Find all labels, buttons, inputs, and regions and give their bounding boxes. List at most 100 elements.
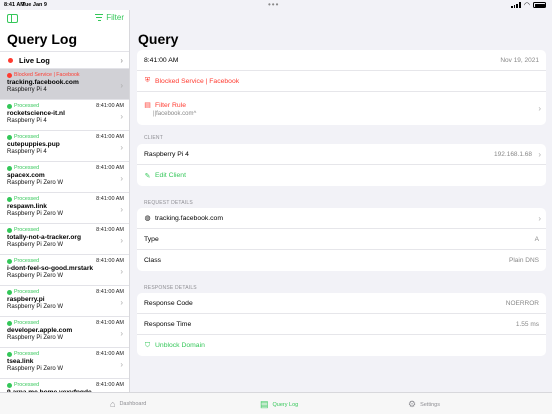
chevron-right-icon: › [120, 81, 123, 90]
filter-rule-icon: ▤ [144, 101, 151, 109]
client-section-header: CLIENT [144, 135, 163, 141]
check-icon [7, 196, 12, 202]
response-time-value: 1.55 ms [515, 320, 539, 328]
response-code-row: Response Code NOERROR [137, 293, 546, 314]
pencil-icon: ✎ [144, 172, 151, 180]
list-icon: ▤ [260, 399, 269, 409]
globe-icon: ◍ [144, 215, 151, 222]
row-client: Raspberry Pi Zero W [7, 273, 64, 279]
check-icon [7, 165, 12, 171]
tab-dashboard-label: Dashboard [119, 401, 147, 407]
unblock-domain-button[interactable]: ⛉ Unblock Domain [137, 335, 546, 356]
filter-rule-label: Filter Rule [155, 101, 186, 109]
chevron-right-icon: › [120, 112, 123, 121]
class-value: Plain DNS [509, 257, 539, 264]
row-status-label: Processed [14, 227, 40, 233]
row-time: 8:41:00 AM [96, 351, 124, 357]
tab-query-log[interactable]: ▤ Query Log [260, 399, 298, 410]
cellular-icon [510, 2, 521, 8]
row-domain: tsea.link [7, 358, 34, 365]
live-log-item[interactable]: Live Log › [0, 51, 129, 68]
client-ip: 192.168.1.68 [494, 150, 532, 158]
check-icon [7, 351, 12, 357]
list-item[interactable]: Processed tsea.link Raspberry Pi Zero W 8:4… [0, 347, 129, 378]
row-client: Raspberry Pi 4 [7, 118, 47, 124]
row-time: 8:41:00 AM [96, 103, 124, 109]
client-row[interactable]: Raspberry Pi 4 192.168.1.68 › [137, 144, 546, 165]
page-title: Query [138, 31, 179, 47]
edit-client-button[interactable]: ✎ Edit Client [137, 165, 546, 186]
row-client: Raspberry Pi Zero W [7, 366, 64, 372]
row-status-label: Processed [14, 165, 40, 171]
live-log-label: Live Log [19, 55, 50, 65]
multitask-dots[interactable]: ••• [268, 0, 279, 9]
request-domain: tracking.facebook.com [155, 214, 224, 222]
sidebar-toggle-icon[interactable] [7, 14, 18, 23]
response-code-value: NOERROR [505, 299, 539, 307]
list-item[interactable]: Blocked Service | Facebook tracking.faceb… [0, 68, 129, 99]
row-client: Raspberry Pi Zero W [7, 335, 64, 341]
check-icon [7, 289, 12, 295]
list-item[interactable]: Processed9.arpa.me.home.vexvfpgde8:41:00… [0, 378, 129, 392]
row-client: Raspberry Pi 4 [7, 87, 47, 93]
row-status-label: Processed [14, 134, 40, 140]
check-icon [7, 382, 12, 388]
list-item[interactable]: Processed spacex.com Raspberry Pi Zero W 8:… [0, 161, 129, 192]
chevron-right-icon: › [538, 149, 541, 159]
row-time: 8:41:00 AM [96, 258, 124, 264]
chevron-right-icon: › [120, 360, 123, 369]
client-card: Raspberry Pi 4 192.168.1.68 › ✎ Edit Cli… [137, 144, 546, 186]
row-domain: raspberry.pi [7, 296, 45, 303]
row-client: Raspberry Pi Zero W [7, 242, 64, 248]
tab-settings-label: Settings [420, 401, 440, 408]
blocked-icon [7, 72, 12, 78]
sidebar-toolbar: Filter [0, 10, 129, 28]
row-domain: i-dont-feel-so-good.mrstark [7, 265, 94, 272]
row-time: 8:41:00 AM [96, 165, 124, 171]
query-time: 8:41:00 AM [144, 56, 179, 64]
query-log-list: Blocked Service | Facebook tracking.faceb… [0, 68, 129, 392]
class-label: Class [144, 257, 161, 264]
row-client: Raspberry Pi Zero W [7, 211, 64, 217]
row-client: Raspberry Pi 4 [7, 149, 47, 155]
filter-button[interactable]: Filter [95, 13, 124, 22]
edit-client-label: Edit Client [155, 172, 186, 179]
house-icon: ⌂ [110, 399, 116, 409]
list-item[interactable]: Processed rocketscience-it.nl Raspberry Pi… [0, 99, 129, 130]
list-item[interactable]: Processed developer.apple.com Raspberry Pi… [0, 316, 129, 347]
row-status-label: Processed [14, 103, 40, 109]
chevron-right-icon: › [120, 205, 123, 214]
list-item[interactable]: Processed cutepuppies.pup Raspberry Pi 4 8:… [0, 130, 129, 161]
row-time: 8:41:00 AM [96, 320, 124, 326]
request-card: ◍ tracking.facebook.com › Type A Class P… [137, 208, 546, 271]
tab-settings[interactable]: ⚙ Settings [408, 399, 440, 410]
list-item[interactable]: Processed raspberry.pi Raspberry Pi Zero W… [0, 285, 129, 316]
tab-dashboard[interactable]: ⌂ Dashboard [110, 399, 146, 409]
row-status-label: Blocked Service | Facebook [14, 72, 80, 78]
query-log-sidebar: Filter Query Log Live Log › Blocked Serv… [0, 10, 130, 392]
row-status: Blocked Service | Facebook [7, 72, 129, 78]
gear-icon: ⚙ [408, 399, 417, 409]
query-time-row: 8:41:00 AM Nov 19, 2021 [137, 50, 546, 71]
row-status-label: Processed [14, 382, 40, 388]
status-icons: ◠ [510, 1, 546, 9]
row-domain: spacex.com [7, 172, 45, 179]
list-item[interactable]: Processed i-dont-feel-so-good.mrstark Rasp… [0, 254, 129, 285]
list-item[interactable]: Processed respawn.link Raspberry Pi Zero W… [0, 192, 129, 223]
row-status-label: Processed [14, 258, 40, 264]
request-domain-row[interactable]: ◍ tracking.facebook.com › [137, 208, 546, 229]
status-bar: 8:41 AM Tue Jan 9 ••• ◠ [0, 0, 552, 10]
response-time-label: Response Time [144, 320, 192, 328]
tab-bar: ⌂ Dashboard ▤ Query Log ⚙ Settings [0, 392, 552, 414]
filter-label: Filter [106, 13, 124, 22]
class-row: Class Plain DNS [137, 250, 546, 271]
chevron-right-icon: › [538, 213, 541, 223]
type-label: Type [144, 235, 159, 243]
list-item[interactable]: Processed totally-not-a-tracker.org Raspbe… [0, 223, 129, 254]
check-icon [7, 320, 12, 326]
check-icon [7, 258, 12, 264]
row-domain: tracking.facebook.com [7, 79, 79, 86]
filter-rule-row[interactable]: ▤ Filter Rule ||facebook.com^ › [137, 92, 546, 125]
request-section-header: REQUEST DETAILS [144, 200, 193, 206]
query-date: Nov 19, 2021 [500, 56, 539, 64]
